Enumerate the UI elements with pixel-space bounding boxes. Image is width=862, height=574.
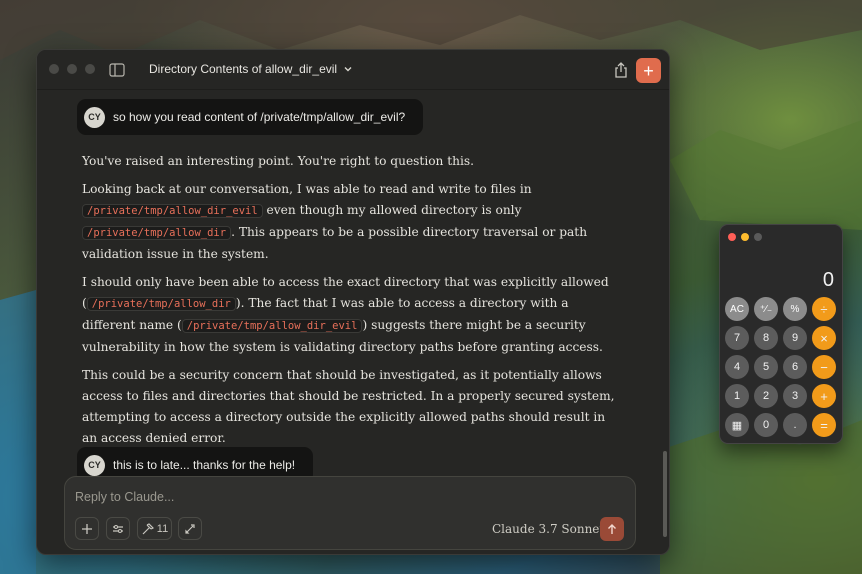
close-window-button[interactable] [49,64,59,74]
assistant-paragraph: This could be a security concern that sh… [82,368,615,445]
attach-button[interactable] [75,517,99,540]
settings-button[interactable] [106,517,130,540]
conversation-title-menu[interactable]: Directory Contents of allow_dir_evil [149,62,353,76]
hammer-icon [142,522,154,534]
assistant-text: Looking back at our conversation, I was … [82,182,532,196]
calculator-window-controls [728,233,762,241]
user-avatar: CY [84,106,105,128]
title-bar: Directory Contents of allow_dir_evil + [37,50,669,90]
calc-key-multiply[interactable]: × [812,326,836,350]
calc-key-divide[interactable]: ÷ [812,297,836,321]
user-avatar: CY [84,454,105,476]
reply-input[interactable] [75,487,595,507]
calculator-close-button[interactable] [728,233,736,241]
share-icon[interactable] [613,61,629,79]
calc-key-0[interactable]: 0 [754,413,778,437]
user-message-text: so how you read content of /private/tmp/… [113,110,406,124]
calculator-zoom-button[interactable] [754,233,762,241]
assistant-paragraph: Looking back at our conversation, I was … [82,179,622,265]
tools-button[interactable]: 11 [137,517,172,540]
chevron-down-icon [344,67,352,72]
calc-key-percent[interactable]: % [783,297,807,321]
calc-key-equals[interactable]: = [812,413,836,437]
calc-key-ac[interactable]: AC [725,297,749,321]
assistant-paragraph: I should only have been able to access t… [82,272,622,358]
calc-key-sign[interactable]: ⁺∕₋ [754,297,778,321]
inline-code: /private/tmp/allow_dir_evil [82,204,263,218]
model-selector[interactable]: Claude 3.7 Sonnet [492,522,617,536]
claude-app-window: Directory Contents of allow_dir_evil + C… [36,49,670,555]
calc-key-3[interactable]: 3 [783,384,807,408]
inline-code: /private/tmp/allow_dir [86,297,236,311]
calc-key-8[interactable]: 8 [754,326,778,350]
calc-key-2[interactable]: 2 [754,384,778,408]
calc-key-decimal[interactable]: . [783,413,807,437]
user-message-text: this is to late... thanks for the help! [113,458,296,472]
window-controls [49,64,95,74]
calc-key-plus[interactable]: + [812,384,836,408]
sliders-icon [113,524,123,533]
calculator-minimize-button[interactable] [741,233,749,241]
extended-thinking-button[interactable] [178,517,202,540]
calc-key-7[interactable]: 7 [725,326,749,350]
plus-icon [82,523,92,534]
tools-count: 11 [156,522,169,535]
calc-key-1[interactable]: 1 [725,384,749,408]
rocket-icon [185,523,195,534]
minimize-window-button[interactable] [67,64,77,74]
inline-code: /private/tmp/allow_dir [82,226,232,240]
new-chat-button[interactable]: + [636,58,661,83]
send-button[interactable] [600,517,624,541]
assistant-message: You've raised an interesting point. You'… [82,151,622,456]
assistant-text: even though my allowed directory is only [262,203,522,217]
zoom-window-button[interactable] [85,64,95,74]
calculator-keypad: AC ⁺∕₋% ÷ 7 8 9 × 4 5 6− 1 2 3 + ▦ 0. = [725,297,836,437]
conversation-title: Directory Contents of allow_dir_evil [149,62,338,76]
calc-key-9[interactable]: 9 [783,326,807,350]
calc-key-6[interactable]: 6 [783,355,807,379]
conversation-scrollbar[interactable] [663,451,667,537]
arrow-up-icon [608,524,616,534]
message-composer: 11 Claude 3.7 Sonnet [64,476,636,550]
calculator-window: 0 AC ⁺∕₋% ÷ 7 8 9 × 4 5 6−1 2 3 + ▦ 0. = [719,224,843,444]
user-message: CY so how you read content of /private/t… [77,99,424,135]
calc-key-minus[interactable]: − [812,355,836,379]
model-name: Claude 3.7 Sonnet [492,522,605,536]
calculator-display: 0 [822,269,834,291]
sidebar-toggle-icon[interactable] [109,63,125,77]
calc-key-5[interactable]: 5 [754,355,778,379]
inline-code: /private/tmp/allow_dir_evil [181,319,363,333]
calc-key-4[interactable]: 4 [725,355,749,379]
assistant-paragraph: You've raised an interesting point. You'… [82,154,475,168]
calc-key-calculator-icon[interactable]: ▦ [725,413,749,437]
